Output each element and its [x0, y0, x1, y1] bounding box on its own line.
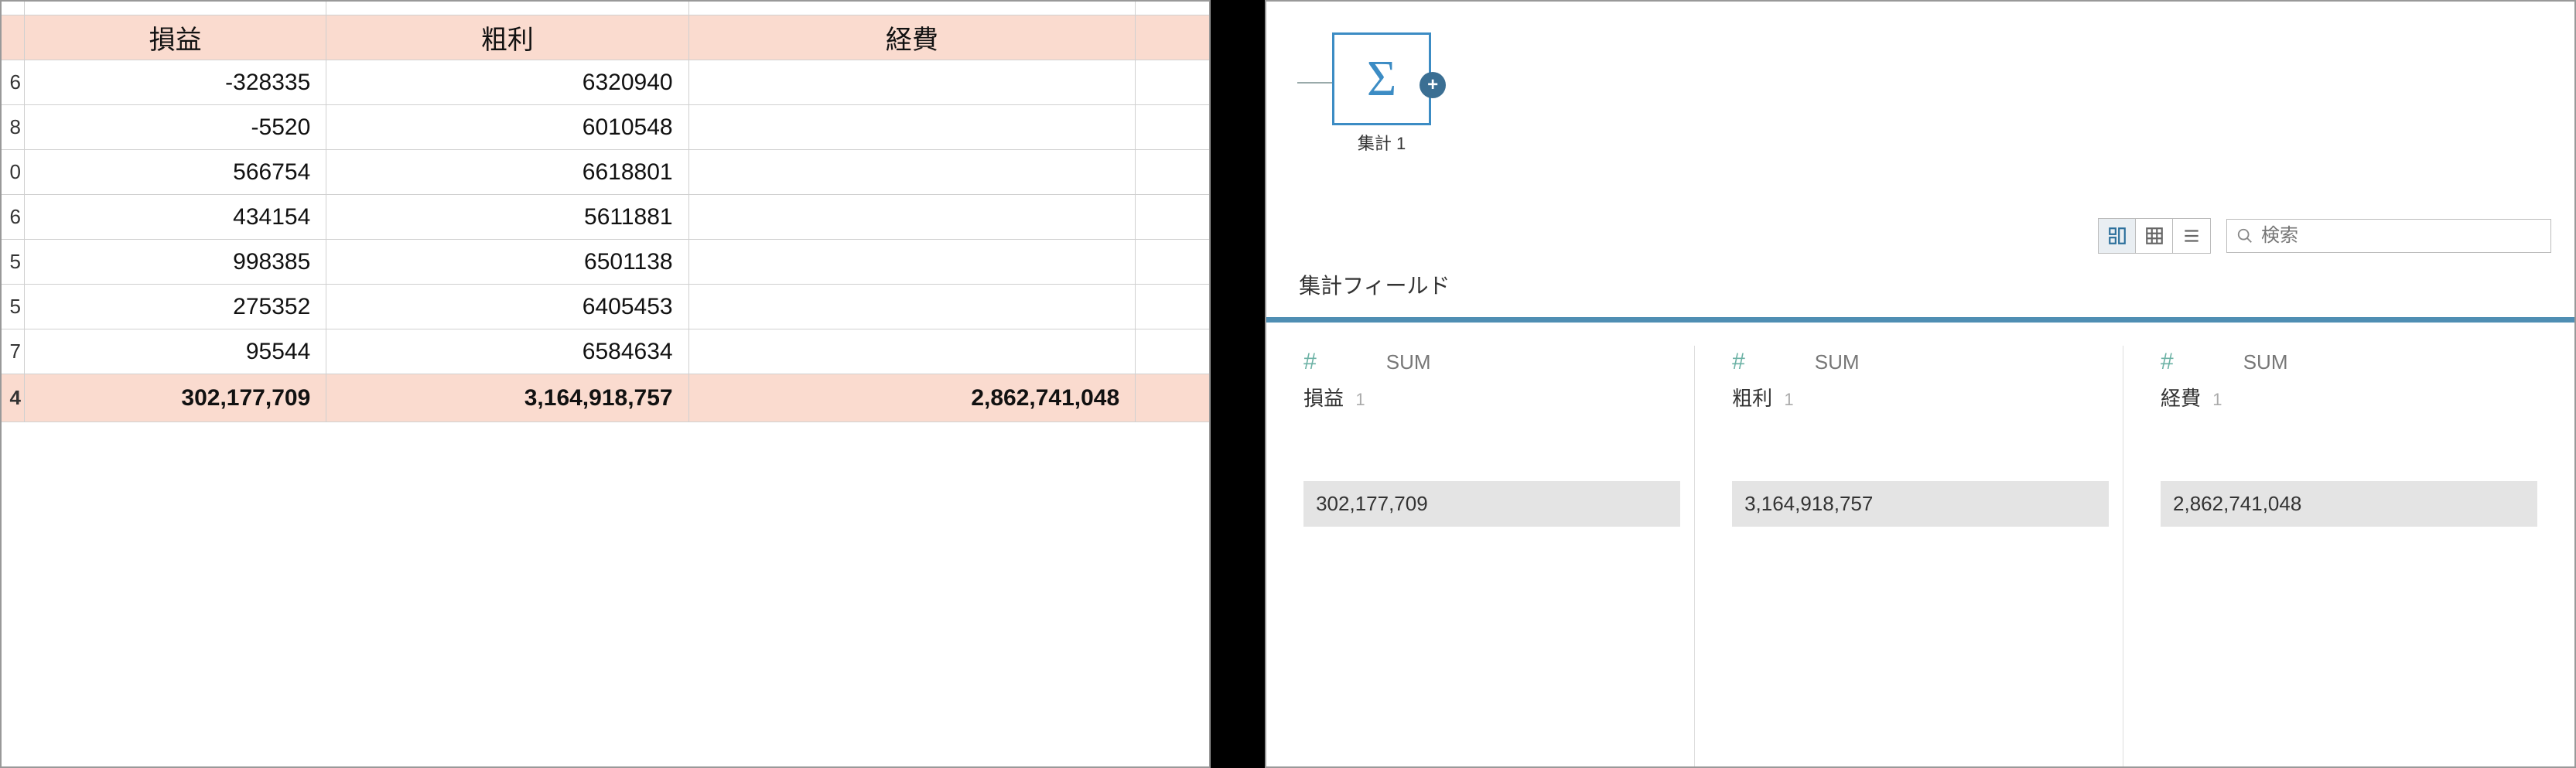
- cell[interactable]: 6010548: [326, 105, 688, 149]
- search-icon: [2236, 227, 2253, 244]
- table-row[interactable]: 8 -5520 6010548: [2, 105, 1209, 150]
- grid-icon: [2144, 226, 2164, 246]
- aggregation-label: SUM: [1386, 350, 1431, 374]
- view-cards-button[interactable]: [2099, 219, 2136, 253]
- total-expense[interactable]: 2,862,741,048: [689, 374, 1136, 422]
- aggregate-card-profit[interactable]: # SUM 損益 1 302,177,709: [1290, 346, 1695, 766]
- cell[interactable]: 566754: [25, 150, 326, 194]
- cards-icon: [2107, 226, 2127, 246]
- field-index: 1: [2212, 390, 2222, 409]
- cell[interactable]: 275352: [25, 285, 326, 329]
- cell[interactable]: [689, 240, 1136, 284]
- row-number: 7: [2, 329, 25, 374]
- aggregate-value: 302,177,709: [1303, 481, 1680, 527]
- cell[interactable]: [689, 285, 1136, 329]
- prep-panel: Σ + 集計 1 集計フィールド # SUM: [1265, 0, 2576, 768]
- field-name: 粗利: [1732, 387, 1772, 410]
- cell[interactable]: 434154: [25, 195, 326, 239]
- view-list-button[interactable]: [2173, 219, 2210, 253]
- flow-canvas[interactable]: Σ + 集計 1: [1266, 2, 2574, 210]
- row-number: 8: [2, 105, 25, 149]
- aggregation-label: SUM: [2243, 350, 2288, 374]
- cell[interactable]: [689, 105, 1136, 149]
- row-number: 5: [2, 240, 25, 284]
- view-toggle-group: [2098, 218, 2211, 254]
- cell[interactable]: 6618801: [326, 150, 688, 194]
- node-label: 集計 1: [1332, 130, 1431, 155]
- table-row[interactable]: 5 998385 6501138: [2, 240, 1209, 285]
- cell[interactable]: [689, 329, 1136, 374]
- totals-row[interactable]: 4 302,177,709 3,164,918,757 2,862,741,04…: [2, 374, 1209, 422]
- sheet-header-row[interactable]: 損益 粗利 経費: [2, 15, 1209, 60]
- cell[interactable]: [689, 195, 1136, 239]
- search-box[interactable]: [2226, 219, 2551, 253]
- sigma-icon: Σ: [1367, 49, 1396, 108]
- row-number: 5: [2, 285, 25, 329]
- cell[interactable]: 998385: [25, 240, 326, 284]
- aggregate-value: 2,862,741,048: [2161, 481, 2537, 527]
- aggregate-node[interactable]: Σ + 集計 1: [1332, 32, 1431, 155]
- add-step-button[interactable]: +: [1420, 72, 1446, 98]
- row-number: 6: [2, 60, 25, 104]
- col-header-profit[interactable]: 損益: [25, 15, 326, 60]
- col-header-gross[interactable]: 粗利: [326, 15, 688, 60]
- aggregation-label: SUM: [1815, 350, 1860, 374]
- flow-connector: [1297, 82, 1332, 84]
- total-gross[interactable]: 3,164,918,757: [326, 374, 688, 422]
- row-number: 6: [2, 195, 25, 239]
- number-type-icon: #: [1303, 349, 1317, 375]
- section-title: 集計フィールド: [1266, 265, 2574, 323]
- list-icon: [2181, 226, 2202, 246]
- aggregate-card-expense[interactable]: # SUM 経費 1 2,862,741,048: [2147, 346, 2551, 766]
- cell[interactable]: 95544: [25, 329, 326, 374]
- field-index: 1: [1355, 390, 1365, 409]
- row-number: 4: [2, 374, 25, 422]
- table-row[interactable]: 7 95544 6584634: [2, 329, 1209, 374]
- view-grid-button[interactable]: [2136, 219, 2173, 253]
- results-toolbar: [1266, 210, 2574, 265]
- aggregate-cards: # SUM 損益 1 302,177,709 # SUM 粗利 1 3,164,…: [1266, 323, 2574, 766]
- aggregate-card-gross[interactable]: # SUM 粗利 1 3,164,918,757: [1718, 346, 2123, 766]
- vertical-divider: [1211, 0, 1265, 768]
- search-input[interactable]: [2261, 225, 2541, 247]
- sheet-grid[interactable]: 損益 粗利 経費 6 -328335 6320940 8 -5520 60105…: [2, 2, 1209, 766]
- cell[interactable]: 6501138: [326, 240, 688, 284]
- cell[interactable]: -5520: [25, 105, 326, 149]
- table-row[interactable]: 6 434154 5611881: [2, 195, 1209, 240]
- spreadsheet-panel: 損益 粗利 経費 6 -328335 6320940 8 -5520 60105…: [0, 0, 1211, 768]
- cell[interactable]: 6320940: [326, 60, 688, 104]
- cell[interactable]: [689, 60, 1136, 104]
- field-index: 1: [1784, 390, 1793, 409]
- field-name: 経費: [2161, 387, 2201, 410]
- number-type-icon: #: [1732, 349, 1745, 375]
- cell[interactable]: -328335: [25, 60, 326, 104]
- table-row[interactable]: 0 566754 6618801: [2, 150, 1209, 195]
- cell[interactable]: [689, 150, 1136, 194]
- row-number: 0: [2, 150, 25, 194]
- cell[interactable]: 6405453: [326, 285, 688, 329]
- number-type-icon: #: [2161, 349, 2174, 375]
- table-row[interactable]: 6 -328335 6320940: [2, 60, 1209, 105]
- table-row[interactable]: 5 275352 6405453: [2, 285, 1209, 329]
- cell[interactable]: 6584634: [326, 329, 688, 374]
- cell[interactable]: 5611881: [326, 195, 688, 239]
- col-header-expense[interactable]: 経費: [689, 15, 1136, 60]
- aggregate-value: 3,164,918,757: [1732, 481, 2109, 527]
- field-name: 損益: [1303, 387, 1344, 410]
- total-profit[interactable]: 302,177,709: [25, 374, 326, 422]
